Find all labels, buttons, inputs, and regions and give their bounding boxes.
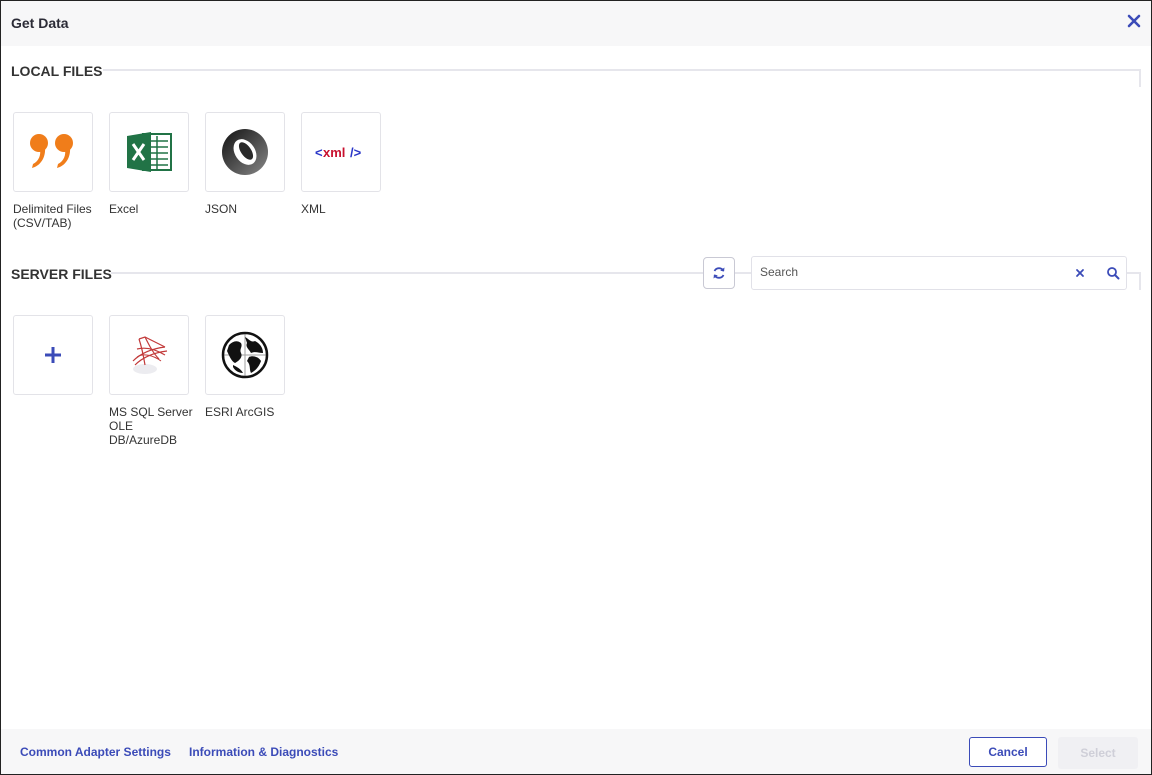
clear-icon[interactable] <box>1074 267 1086 279</box>
local-files-divider <box>103 69 1141 71</box>
tile-label-xml: XML <box>301 202 326 216</box>
server-files-divider <box>111 272 703 274</box>
tile-excel[interactable] <box>109 112 189 192</box>
svg-text:/>: /> <box>350 145 362 160</box>
refresh-icon <box>713 267 725 279</box>
tile-label-excel: Excel <box>109 202 139 216</box>
sql-server-icon <box>132 336 168 374</box>
get-data-dialog: Get Data LOCAL FILES Delimited Files (CS… <box>0 0 1152 775</box>
select-button[interactable]: Select <box>1058 737 1138 769</box>
svg-text:xml: xml <box>323 145 345 160</box>
information-diagnostics-link[interactable]: Information & Diagnostics <box>189 745 338 759</box>
xml-icon: < xml /> <box>315 145 362 160</box>
dialog-titlebar: Get Data <box>1 1 1151 46</box>
search-input[interactable] <box>758 264 1062 280</box>
refresh-button[interactable] <box>703 257 735 289</box>
dialog-footer: Common Adapter Settings Information & Di… <box>1 729 1151 774</box>
search-box <box>751 256 1127 290</box>
tile-delimited-files[interactable] <box>13 112 93 192</box>
server-files-divider-mid <box>734 272 751 274</box>
dialog-title: Get Data <box>11 15 69 31</box>
tile-esri-arcgis[interactable] <box>205 315 285 395</box>
tile-ms-sql-server[interactable] <box>109 315 189 395</box>
server-files-heading: SERVER FILES <box>11 266 112 282</box>
svg-text:<: < <box>315 145 323 160</box>
tile-add-connection[interactable] <box>13 315 93 395</box>
server-files-divider-end <box>1139 272 1141 290</box>
search-icon[interactable] <box>1106 266 1120 280</box>
plus-icon <box>45 347 61 363</box>
local-files-heading: LOCAL FILES <box>11 63 103 79</box>
tile-label-json: JSON <box>205 202 238 216</box>
excel-icon <box>127 132 172 172</box>
tile-label-ms-sql-server: MS SQL Server OLE DB/AzureDB <box>109 405 193 447</box>
tile-json[interactable] <box>205 112 285 192</box>
cancel-button[interactable]: Cancel <box>969 737 1047 767</box>
json-icon <box>222 129 268 175</box>
quote-icon <box>30 134 73 168</box>
common-adapter-settings-link[interactable]: Common Adapter Settings <box>20 745 171 759</box>
tile-label-delimited-files: Delimited Files (CSV/TAB) <box>13 202 92 230</box>
tile-label-esri-arcgis: ESRI ArcGIS <box>205 405 275 419</box>
close-icon[interactable] <box>1127 14 1141 28</box>
tile-xml[interactable]: < xml /> <box>301 112 381 192</box>
globe-icon <box>221 331 269 379</box>
local-files-divider-end <box>1139 69 1141 87</box>
